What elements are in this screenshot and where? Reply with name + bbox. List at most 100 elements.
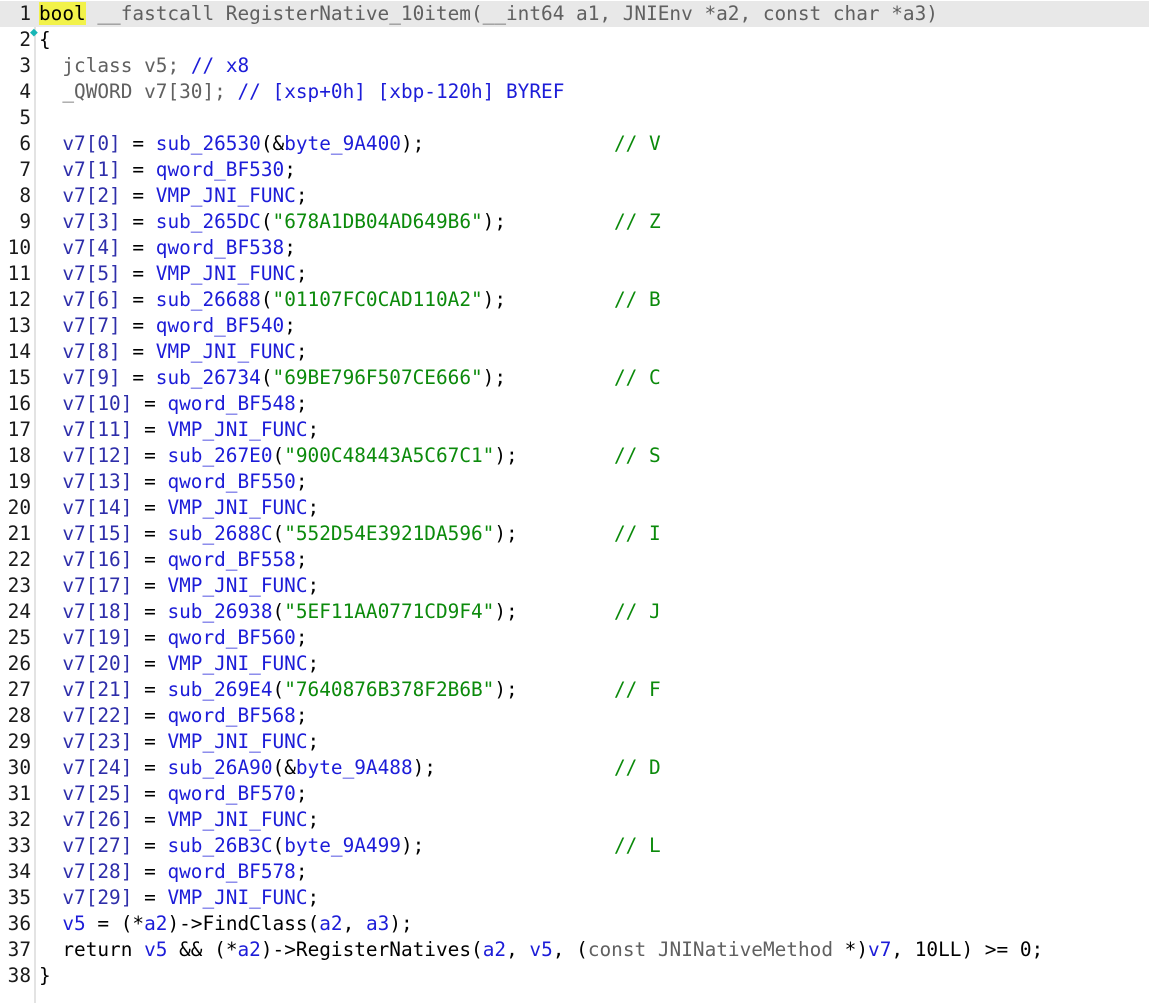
code-line[interactable]: 22 v7[16] = qword_BF558; (0, 547, 1149, 573)
decl-name[interactable]: v7[30] (144, 80, 214, 103)
line-code[interactable]: v7[28] = qword_BF578; (39, 859, 307, 885)
line-code[interactable]: v7[4] = qword_BF538; (39, 235, 296, 261)
line-code[interactable]: v7[20] = VMP_JNI_FUNC; (39, 651, 319, 677)
code-lines[interactable]: 1 bool __fastcall RegisterNative_10item(_… (0, 1, 1149, 989)
line-code[interactable]: v7[14] = VMP_JNI_FUNC; (39, 495, 319, 521)
code-line[interactable]: 12 v7[6] = sub_26688("01107FC0CAD110A2")… (0, 287, 1149, 313)
assignment-lhs[interactable]: v7[28] (62, 860, 132, 883)
line-code[interactable]: v7[26] = VMP_JNI_FUNC; (39, 807, 319, 833)
line-code[interactable]: v7[11] = VMP_JNI_FUNC; (39, 417, 319, 443)
assignment-lhs[interactable]: v7[23] (62, 730, 132, 753)
line-code[interactable]: v7[18] = sub_26938("5EF11AA0771CD9F4"); (39, 599, 517, 625)
line-code[interactable]: { (39, 27, 51, 53)
code-line[interactable]: 25 v7[19] = qword_BF560; (0, 625, 1149, 651)
code-line[interactable]: 21 v7[15] = sub_2688C("552D54E3921DA596"… (0, 521, 1149, 547)
code-line[interactable]: 27 v7[21] = sub_269E4("7640876B378F2B6B"… (0, 677, 1149, 703)
code-line[interactable]: 26 v7[20] = VMP_JNI_FUNC; (0, 651, 1149, 677)
assignment-lhs[interactable]: v7[7] (62, 314, 120, 337)
assignment-lhs[interactable]: v7[24] (62, 756, 132, 779)
line-code[interactable]: v7[0] = sub_26530(&byte_9A400); (39, 131, 424, 157)
line-code[interactable]: v7[21] = sub_269E4("7640876B378F2B6B"); (39, 677, 517, 703)
code-line[interactable]: 7 v7[1] = qword_BF530; (0, 157, 1149, 183)
code-line[interactable]: 1 bool __fastcall RegisterNative_10item(_… (0, 1, 1149, 27)
line-code[interactable]: } (39, 963, 51, 989)
line-code[interactable]: v7[13] = qword_BF550; (39, 469, 307, 495)
code-line[interactable]: 31 v7[25] = qword_BF570; (0, 781, 1149, 807)
line-code[interactable]: _QWORD v7[30]; // [xsp+0h] [xbp-120h] BY… (39, 79, 564, 105)
line-code[interactable]: v7[23] = VMP_JNI_FUNC; (39, 729, 319, 755)
code-line[interactable]: 35 v7[29] = VMP_JNI_FUNC; (0, 885, 1149, 911)
assignment-lhs[interactable]: v7[13] (62, 470, 132, 493)
code-line[interactable]: 38} (0, 963, 1149, 989)
assignment-lhs[interactable]: v7[8] (62, 340, 120, 363)
code-line[interactable]: 8 v7[2] = VMP_JNI_FUNC; (0, 183, 1149, 209)
code-line[interactable]: 29 v7[23] = VMP_JNI_FUNC; (0, 729, 1149, 755)
code-line[interactable]: 28 v7[22] = qword_BF568; (0, 703, 1149, 729)
line-code[interactable]: v7[19] = qword_BF560; (39, 625, 307, 651)
assignment-lhs[interactable]: v7[26] (62, 808, 132, 831)
line-code[interactable]: v7[6] = sub_26688("01107FC0CAD110A2"); (39, 287, 506, 313)
code-line[interactable]: 14 v7[8] = VMP_JNI_FUNC; (0, 339, 1149, 365)
code-line[interactable]: 33 v7[27] = sub_26B3C(byte_9A499); // L (0, 833, 1149, 859)
code-line[interactable]: 37 return v5 && (*a2)->RegisterNatives(a… (0, 937, 1149, 963)
pseudocode-view[interactable]: 1 bool __fastcall RegisterNative_10item(_… (0, 1, 1149, 1003)
return-type[interactable]: bool (39, 2, 86, 25)
line-code[interactable]: v7[15] = sub_2688C("552D54E3921DA596"); (39, 521, 517, 547)
assignment-lhs[interactable]: v7[27] (62, 834, 132, 857)
line-code[interactable]: v5 = (*a2)->FindClass(a2, a3); (39, 911, 412, 937)
code-line[interactable]: 4 _QWORD v7[30]; // [xsp+0h] [xbp-120h] … (0, 79, 1149, 105)
code-line[interactable]: 6 v7[0] = sub_26530(&byte_9A400); // V (0, 131, 1149, 157)
assignment-lhs[interactable]: v7[12] (62, 444, 132, 467)
line-code[interactable]: v7[17] = VMP_JNI_FUNC; (39, 573, 319, 599)
assignment-lhs[interactable]: v7[25] (62, 782, 132, 805)
line-code[interactable]: jclass v5; // x8 (39, 53, 249, 79)
assignment-lhs[interactable]: v7[10] (62, 392, 132, 415)
assignment-lhs[interactable]: v7[11] (62, 418, 132, 441)
code-line[interactable]: 19 v7[13] = qword_BF550; (0, 469, 1149, 495)
code-line[interactable]: 34 v7[28] = qword_BF578; (0, 859, 1149, 885)
code-line[interactable]: 36 v5 = (*a2)->FindClass(a2, a3); (0, 911, 1149, 937)
code-line[interactable]: 20 v7[14] = VMP_JNI_FUNC; (0, 495, 1149, 521)
assignment-lhs[interactable]: v7[19] (62, 626, 132, 649)
assignment-lhs[interactable]: v7[1] (62, 158, 120, 181)
assignment-lhs[interactable]: v7[9] (62, 366, 120, 389)
code-line[interactable]: 15 v7[9] = sub_26734("69BE796F507CE666")… (0, 365, 1149, 391)
line-code[interactable]: v7[9] = sub_26734("69BE796F507CE666"); (39, 365, 506, 391)
assignment-lhs[interactable]: v7[18] (62, 600, 132, 623)
assignment-lhs[interactable]: v7[2] (62, 184, 120, 207)
line-code[interactable]: v7[16] = qword_BF558; (39, 547, 307, 573)
assignment-lhs[interactable]: v7[20] (62, 652, 132, 675)
code-line[interactable]: 10 v7[4] = qword_BF538; (0, 235, 1149, 261)
line-code[interactable]: v7[7] = qword_BF540; (39, 313, 296, 339)
code-line[interactable]: 16 v7[10] = qword_BF548; (0, 391, 1149, 417)
find-class-statement[interactable]: v5 = (*a2)->FindClass(a2, a3); (62, 912, 412, 935)
assignment-lhs[interactable]: v7[17] (62, 574, 132, 597)
code-line[interactable]: 32 v7[26] = VMP_JNI_FUNC; (0, 807, 1149, 833)
assignment-lhs[interactable]: v7[3] (62, 210, 120, 233)
line-code[interactable]: return v5 && (*a2)->RegisterNatives(a2, … (39, 937, 1043, 963)
code-line[interactable]: 30 v7[24] = sub_26A90(&byte_9A488); // D (0, 755, 1149, 781)
code-line[interactable]: 5 (0, 105, 1149, 131)
assignment-lhs[interactable]: v7[6] (62, 288, 120, 311)
code-line[interactable]: 2 {◆ (0, 26, 1149, 53)
line-code[interactable]: v7[10] = qword_BF548; (39, 391, 307, 417)
code-line[interactable]: 11 v7[5] = VMP_JNI_FUNC; (0, 261, 1149, 287)
line-code[interactable]: v7[27] = sub_26B3C(byte_9A499); (39, 833, 424, 859)
function-name[interactable]: RegisterNative_10item (226, 2, 471, 25)
assignment-lhs[interactable]: v7[0] (62, 132, 120, 155)
code-line[interactable]: 24 v7[18] = sub_26938("5EF11AA0771CD9F4"… (0, 599, 1149, 625)
line-code[interactable]: v7[3] = sub_265DC("678A1DB04AD649B6"); (39, 209, 506, 235)
line-code[interactable]: v7[5] = VMP_JNI_FUNC; (39, 261, 307, 287)
line-code[interactable]: v7[12] = sub_267E0("900C48443A5C67C1"); (39, 443, 517, 469)
line-code[interactable]: v7[25] = qword_BF570; (39, 781, 307, 807)
code-line[interactable]: 9 v7[3] = sub_265DC("678A1DB04AD649B6");… (0, 209, 1149, 235)
assignment-lhs[interactable]: v7[15] (62, 522, 132, 545)
return-statement[interactable]: return v5 && (*a2)->RegisterNatives(a2, … (62, 938, 1043, 961)
line-code[interactable]: v7[24] = sub_26A90(&byte_9A488); (39, 755, 436, 781)
line-code[interactable]: v7[1] = qword_BF530; (39, 157, 296, 183)
assignment-lhs[interactable]: v7[21] (62, 678, 132, 701)
assignment-lhs[interactable]: v7[14] (62, 496, 132, 519)
line-code[interactable]: v7[22] = qword_BF568; (39, 703, 307, 729)
assignment-lhs[interactable]: v7[22] (62, 704, 132, 727)
decl-name[interactable]: v5 (144, 54, 167, 77)
